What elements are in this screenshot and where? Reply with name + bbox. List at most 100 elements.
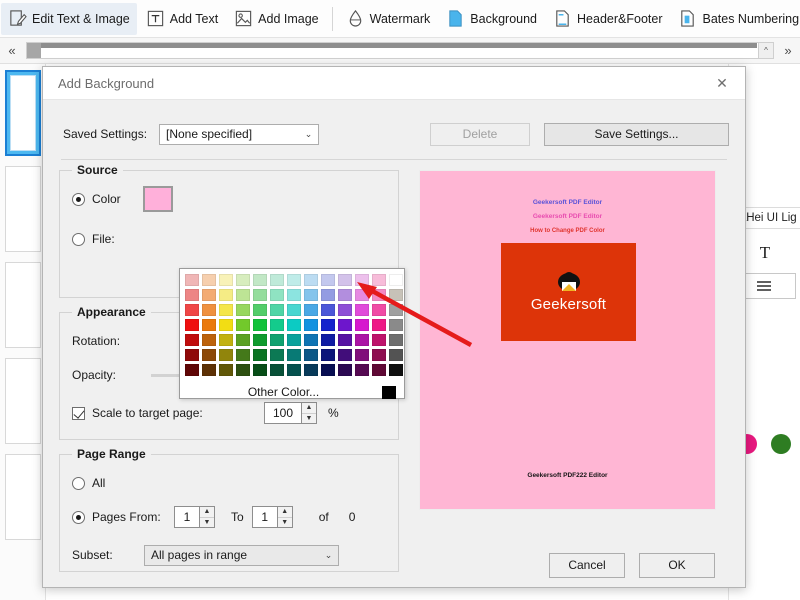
scale-spin-arrows[interactable]: ▲ ▼ [302, 402, 317, 424]
color-cell[interactable] [304, 274, 318, 286]
close-icon[interactable]: ✕ [709, 71, 735, 95]
color-cell[interactable] [185, 289, 199, 301]
color-cell[interactable] [338, 334, 352, 346]
color-cell[interactable] [270, 304, 284, 316]
color-cell[interactable] [219, 274, 233, 286]
color-cell[interactable] [304, 289, 318, 301]
color-cell[interactable] [202, 289, 216, 301]
color-cell[interactable] [372, 349, 386, 361]
color-cell[interactable] [321, 304, 335, 316]
pages-from-radio[interactable] [72, 510, 85, 524]
color-cell[interactable] [270, 319, 284, 331]
color-cell[interactable] [270, 274, 284, 286]
color-cell[interactable] [253, 364, 267, 376]
custom-color-swatch[interactable] [382, 385, 396, 399]
color-grid[interactable] [185, 274, 403, 378]
horizontal-scrollbar[interactable]: ^ [26, 42, 774, 59]
color-cell[interactable] [202, 304, 216, 316]
scroll-up-icon[interactable]: ^ [758, 43, 773, 58]
color-cell[interactable] [253, 289, 267, 301]
color-cell[interactable] [270, 349, 284, 361]
color-cell[interactable] [372, 334, 386, 346]
color-cell[interactable] [219, 304, 233, 316]
collapse-right-icon[interactable]: » [776, 43, 800, 58]
color-cell[interactable] [338, 274, 352, 286]
color-cell[interactable] [355, 364, 369, 376]
color-cell[interactable] [219, 334, 233, 346]
color-cell[interactable] [185, 304, 199, 316]
color-cell[interactable] [202, 274, 216, 286]
color-cell[interactable] [202, 319, 216, 331]
color-cell[interactable] [355, 319, 369, 331]
to-value[interactable]: 1 [251, 506, 278, 528]
color-cell[interactable] [321, 334, 335, 346]
color-cell[interactable] [236, 289, 250, 301]
toolbar-item-bates-numbering[interactable]: Bates Numbering [671, 3, 800, 35]
color-cell[interactable] [372, 364, 386, 376]
color-cell[interactable] [287, 304, 301, 316]
cancel-button[interactable]: Cancel [549, 552, 625, 578]
from-value[interactable]: 1 [174, 506, 200, 528]
color-cell[interactable] [355, 304, 369, 316]
color-cell[interactable] [287, 364, 301, 376]
color-cell[interactable] [253, 334, 267, 346]
toolbar-item-header-footer[interactable]: Header&Footer [546, 3, 669, 35]
all-pages-radio[interactable] [72, 476, 85, 490]
color-cell[interactable] [219, 289, 233, 301]
from-stepper[interactable]: 1 ▲ ▼ [174, 506, 215, 528]
color-cell[interactable] [372, 274, 386, 286]
color-cell[interactable] [219, 349, 233, 361]
color-cell[interactable] [321, 289, 335, 301]
color-cell[interactable] [253, 349, 267, 361]
color-cell[interactable] [389, 364, 403, 376]
delete-button[interactable]: Delete [430, 122, 530, 146]
other-color-button[interactable]: Other Color... [185, 385, 382, 399]
color-cell[interactable] [287, 334, 301, 346]
page-thumbnail-4[interactable] [4, 358, 41, 444]
color-swatch-preview[interactable] [142, 186, 173, 212]
color-picker-popup[interactable]: Other Color... [179, 268, 405, 399]
color-cell[interactable] [338, 364, 352, 376]
page-thumbnail-5[interactable] [4, 454, 41, 540]
color-cell[interactable] [287, 274, 301, 286]
page-thumbnail-3[interactable] [4, 262, 41, 348]
from-spin-arrows[interactable]: ▲ ▼ [200, 506, 215, 528]
from-spin-down[interactable]: ▼ [200, 518, 214, 528]
toolbar-item-background[interactable]: Background [439, 3, 544, 35]
toolbar-item-edit-text-image[interactable]: Edit Text & Image [1, 2, 137, 35]
color-cell[interactable] [372, 289, 386, 301]
color-swatch-green[interactable] [771, 434, 791, 454]
color-cell[interactable] [389, 349, 403, 361]
color-cell[interactable] [321, 364, 335, 376]
color-cell[interactable] [236, 304, 250, 316]
scale-spin-up[interactable]: ▲ [302, 403, 316, 414]
color-cell[interactable] [185, 349, 199, 361]
color-cell[interactable] [185, 274, 199, 286]
scale-stepper[interactable]: 100 ▲ ▼ [264, 402, 317, 424]
toolbar-item-watermark[interactable]: Watermark [339, 3, 438, 35]
color-cell[interactable] [287, 349, 301, 361]
color-cell[interactable] [287, 319, 301, 331]
color-cell[interactable] [321, 319, 335, 331]
color-cell[interactable] [389, 319, 403, 331]
save-settings-button[interactable]: Save Settings... [544, 122, 729, 146]
to-spin-up[interactable]: ▲ [277, 507, 292, 518]
color-cell[interactable] [287, 289, 301, 301]
color-cell[interactable] [236, 364, 250, 376]
color-cell[interactable] [202, 364, 216, 376]
color-cell[interactable] [202, 334, 216, 346]
color-cell[interactable] [355, 334, 369, 346]
color-cell[interactable] [236, 319, 250, 331]
color-cell[interactable] [372, 304, 386, 316]
color-cell[interactable] [338, 304, 352, 316]
color-cell[interactable] [219, 364, 233, 376]
color-cell[interactable] [304, 334, 318, 346]
color-cell[interactable] [304, 304, 318, 316]
page-thumbnail-1[interactable] [4, 70, 41, 156]
color-cell[interactable] [338, 289, 352, 301]
color-cell[interactable] [389, 334, 403, 346]
ok-button[interactable]: OK [639, 552, 715, 578]
file-radio[interactable] [72, 232, 85, 246]
to-spin-down[interactable]: ▼ [278, 518, 292, 528]
color-cell[interactable] [270, 334, 284, 346]
